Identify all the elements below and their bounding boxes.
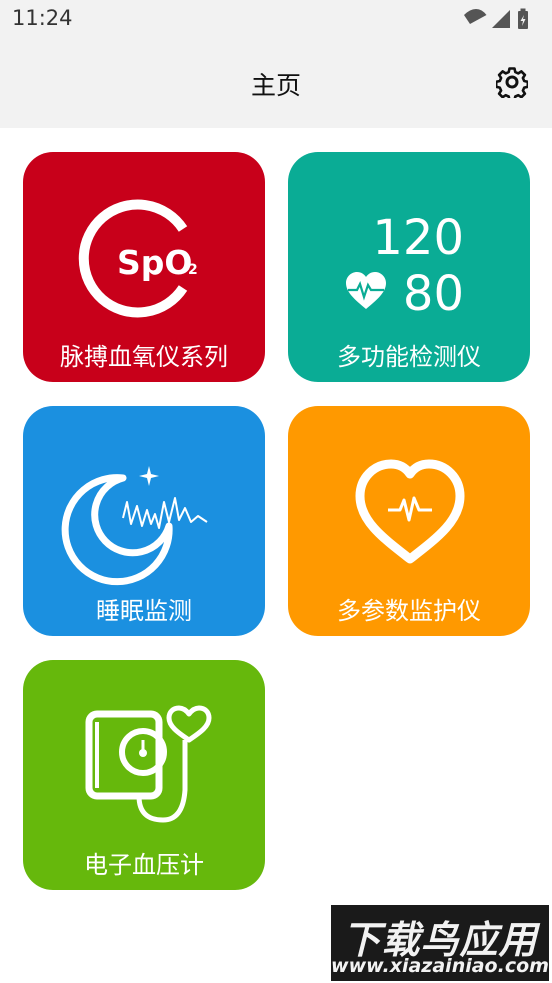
spo2-badge-subscript: 2 [188, 262, 198, 278]
tile-label: 脉搏血氧仪系列 [60, 343, 228, 371]
tile-label: 电子血压计 [84, 851, 204, 879]
tile-sleep-monitoring[interactable]: 睡眠监测 [23, 406, 265, 636]
value-bottom: 80 [403, 266, 464, 322]
gear-icon[interactable] [496, 66, 528, 98]
tile-pulse-oximeter[interactable]: SpO 2 脉搏血氧仪系列 [23, 152, 265, 382]
status-icons [464, 8, 528, 29]
page-title: 主页 [250, 71, 301, 100]
value-top: 120 [372, 210, 464, 266]
watermark-logo: 下载鸟应用 www.xiazainiao.com [331, 905, 549, 981]
signal-icon [492, 10, 510, 28]
tile-label: 多参数监护仪 [337, 597, 481, 625]
heart-icon [346, 272, 386, 309]
app-bar: 主页 [0, 40, 552, 128]
tile-multi-parameter-monitor[interactable]: 多参数监护仪 [288, 406, 530, 636]
battery-charging-icon [518, 8, 528, 29]
tile-label: 多功能检测仪 [337, 343, 481, 371]
status-time: 11:24 [12, 6, 73, 30]
wifi-icon [464, 9, 487, 24]
spo2-badge-text: SpO [117, 243, 192, 282]
tile-multi-function-detector[interactable]: 120 80 多功能检测仪 [288, 152, 530, 382]
watermark-url: www.xiazainiao.com [331, 955, 549, 977]
status-bar: 11:24 [0, 0, 552, 40]
tile-blood-pressure-monitor[interactable]: 电子血压计 [23, 660, 265, 890]
tile-label: 睡眠监测 [96, 597, 192, 625]
